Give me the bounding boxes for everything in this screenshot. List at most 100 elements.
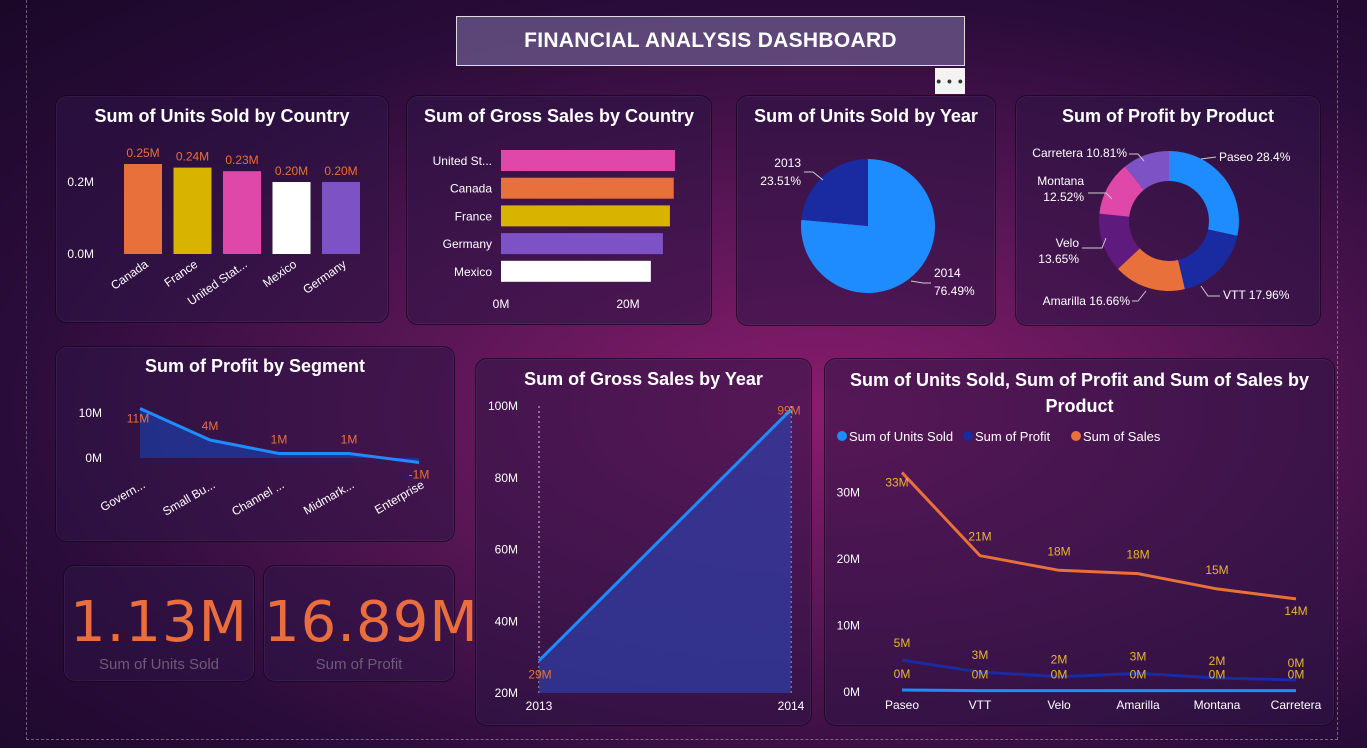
- bar: [272, 182, 311, 254]
- x-tick: 20M: [616, 297, 639, 311]
- data-label: 2M: [1051, 653, 1068, 667]
- y-tick: 40M: [495, 614, 518, 628]
- data-label: 21M: [968, 530, 991, 544]
- profit-by-segment-chart: 0M 10M 11M Govern... 4M Small Bu... 1M Channel …: [79, 406, 430, 519]
- leader-line: [1200, 156, 1217, 160]
- y-tick-label: United St...: [433, 154, 492, 168]
- x-tick-label: Govern...: [98, 477, 148, 514]
- x-tick-label: Paseo: [885, 698, 919, 712]
- data-label: 2M: [1209, 654, 1226, 668]
- legend-label: Sum of Units Sold: [849, 429, 953, 444]
- x-tick-label: 2014: [778, 699, 805, 713]
- bar: [223, 171, 261, 254]
- kpi-units-sold-label: Sum of Units Sold: [98, 656, 220, 673]
- leader-line: [1200, 285, 1220, 297]
- x-tick-label: Enterprise: [372, 477, 427, 517]
- kpi-units-sold-value: 1.13M: [69, 590, 248, 655]
- y-tick: 10M: [837, 619, 860, 633]
- units-by-country-card[interactable]: Sum of Units Sold by Country 0.0M 0.2M 0.2…: [55, 95, 389, 323]
- dashboard-title-text: FINANCIAL ANALYSIS DASHBOARD: [524, 29, 897, 52]
- x-tick-label: Montana: [1194, 698, 1241, 712]
- series-line: [901, 658, 1297, 682]
- data-label: 0.25M: [126, 146, 159, 160]
- pie-slice: [801, 159, 868, 226]
- data-label: 0.20M: [324, 164, 357, 178]
- more-options-button[interactable]: • • •: [935, 68, 965, 94]
- profit-by-product-chart: Paseo 28.4% VTT 17.96% Amarilla 16.66% Velo…: [1032, 146, 1291, 308]
- slice-label: VTT 17.96%: [1223, 288, 1290, 302]
- legend-marker: [837, 431, 847, 441]
- bar: [501, 177, 674, 199]
- bar: [322, 182, 360, 254]
- slice-label: Amarilla 16.66%: [1043, 294, 1131, 308]
- gross-by-year-card[interactable]: Sum of Gross Sales by Year 20M 40M 60M 80M 1…: [475, 358, 812, 726]
- data-label: 3M: [1130, 649, 1147, 663]
- bar: [501, 205, 670, 227]
- x-tick-label: Carretera: [1271, 698, 1322, 712]
- gross-by-country-card[interactable]: Sum of Gross Sales by Country United St.…: [406, 95, 712, 325]
- data-label: 0M: [972, 668, 989, 682]
- legend-marker: [963, 431, 973, 441]
- data-label: 0M: [1288, 668, 1305, 682]
- data-label: 0.20M: [275, 164, 308, 178]
- y-tick: 20M: [837, 552, 860, 566]
- x-tick-label: Germany: [300, 257, 348, 297]
- data-label: 0.24M: [176, 150, 209, 164]
- slice-label: Paseo 28.4%: [1219, 150, 1291, 164]
- area-fill: [539, 409, 791, 693]
- data-label: 99M: [777, 404, 800, 418]
- donut-slice: [1178, 229, 1238, 290]
- bar: [173, 167, 212, 254]
- data-label: 1M: [341, 433, 358, 447]
- units-by-year-card[interactable]: Sum of Units Sold by Year 2014 76.49% 2013…: [736, 95, 996, 326]
- data-label: 18M: [1126, 548, 1149, 562]
- slice-label: Velo: [1056, 236, 1080, 250]
- data-label: 4M: [202, 419, 219, 433]
- data-label: 0M: [1209, 668, 1226, 682]
- dashboard-title: FINANCIAL ANALYSIS DASHBOARD: [456, 16, 965, 66]
- slice-value: 76.49%: [934, 284, 975, 298]
- y-tick: 10M: [79, 406, 102, 420]
- y-tick: 0M: [85, 451, 102, 465]
- gross-by-country-chart: United St... Canada France Germany Mexico 0M 2…: [433, 150, 675, 311]
- x-tick-label: Mexico: [260, 257, 299, 290]
- units-by-country-chart: 0.0M0.2M0.25MCanada0.24MFrance0.23MUnite…: [67, 146, 360, 308]
- gross-by-year-chart: 20M 40M 60M 80M 100M 29M 99M 2013 2014: [488, 399, 805, 713]
- profit-by-product-card[interactable]: Sum of Profit by Product Paseo 28.4% VTT …: [1015, 95, 1321, 326]
- legend-marker: [1071, 431, 1081, 441]
- data-label: 0.23M: [225, 153, 258, 167]
- y-tick-label: Canada: [450, 182, 492, 196]
- leader-line: [1132, 290, 1147, 302]
- slice-label: Carretera 10.81%: [1032, 146, 1127, 160]
- data-label: 29M: [528, 668, 551, 682]
- x-tick-label: France: [162, 257, 201, 290]
- x-tick-label: Small Bu...: [160, 477, 217, 518]
- legend-label: Sum of Profit: [975, 429, 1051, 444]
- x-tick-label: Amarilla: [1116, 698, 1160, 712]
- y-tick-label: Mexico: [454, 265, 492, 279]
- slice-value: 23.51%: [760, 174, 801, 188]
- y-tick-label: Germany: [443, 237, 492, 251]
- data-label: 1M: [271, 433, 288, 447]
- profit-by-segment-card[interactable]: Sum of Profit by Segment 0M 10M 11M Govern.…: [55, 346, 455, 542]
- x-tick-label: Midmark...: [301, 477, 357, 517]
- x-tick-label: Canada: [108, 257, 151, 293]
- series-line: [901, 688, 1296, 693]
- x-tick-label: Velo: [1047, 698, 1071, 712]
- data-label: 33M: [885, 476, 908, 490]
- data-label: 3M: [972, 648, 989, 662]
- kpi-profit-value: 16.89M: [264, 590, 479, 655]
- x-tick: 0M: [493, 297, 510, 311]
- x-tick-label: VTT: [969, 698, 992, 712]
- x-tick-label: Channel ...: [229, 477, 286, 518]
- kpi-units-sold-card: 1.13M Sum of Units Sold: [63, 565, 255, 682]
- y-tick: 60M: [495, 543, 518, 557]
- slice-label: 2014: [934, 266, 961, 280]
- units-profit-sales-card[interactable]: Sum of Units Sold, Sum of Profit and Sum…: [824, 358, 1335, 726]
- y-tick: 0.2M: [67, 175, 94, 189]
- slice-label: 2013: [774, 156, 801, 170]
- data-label: 14M: [1284, 604, 1307, 618]
- y-tick: 100M: [488, 399, 518, 413]
- bar: [501, 233, 663, 255]
- slice-label: 12.52%: [1043, 190, 1084, 204]
